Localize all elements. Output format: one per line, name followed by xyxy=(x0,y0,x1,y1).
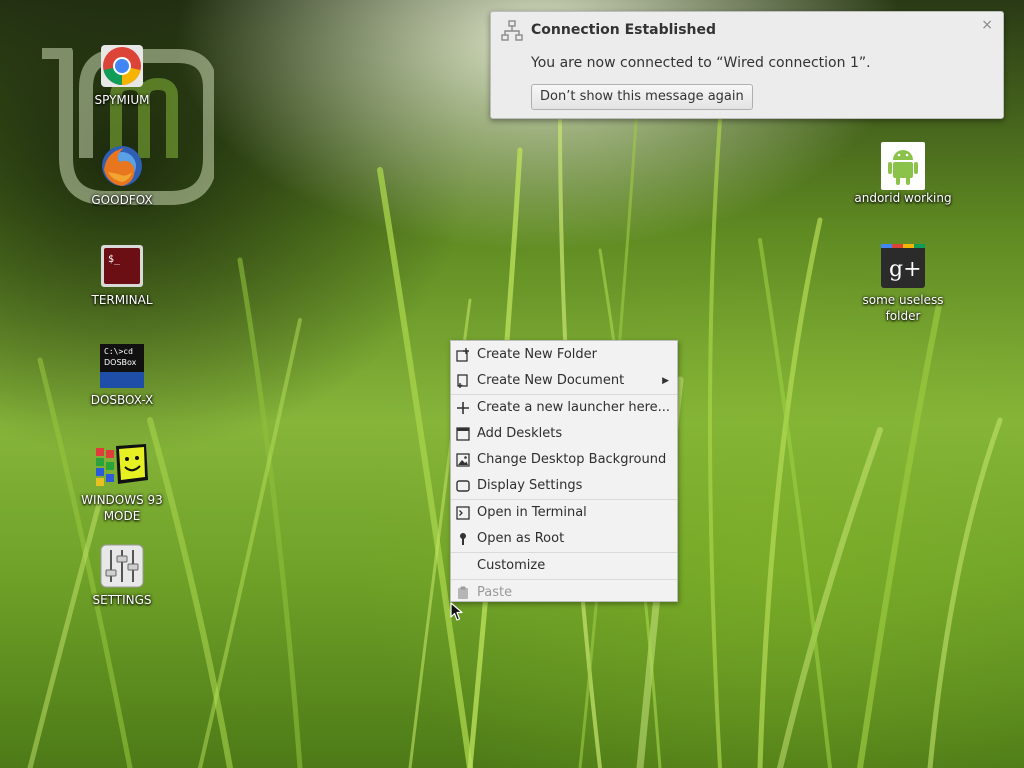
menu-item-change-background[interactable]: Change Desktop Background xyxy=(451,447,677,473)
menu-item-label: Add Desklets xyxy=(477,426,563,441)
dont-show-again-button[interactable]: Don’t show this message again xyxy=(531,84,753,110)
desktop-icon-dosbox[interactable]: C:\>cd DOSBox DOSBOX-X xyxy=(67,344,177,408)
desktop-icon-label: GOODFOX xyxy=(91,193,153,207)
desktop-icon-label: SETTINGS xyxy=(92,593,152,607)
desktop-icon-label: andorid working xyxy=(854,191,952,205)
desktop-icon-android[interactable]: andorid working xyxy=(848,142,958,206)
desktop-icon-label: DOSBOX-X xyxy=(90,393,154,407)
google-plus-icon: g+ xyxy=(881,244,925,288)
menu-item-label: Open as Root xyxy=(477,531,565,546)
menu-item-label: Open in Terminal xyxy=(477,505,587,520)
key-icon xyxy=(460,533,466,545)
mouse-pointer-icon xyxy=(450,602,463,621)
desktop-icon-goodfox[interactable]: GOODFOX xyxy=(67,144,177,208)
plus-icon xyxy=(457,402,469,414)
terminal-icon: $_ xyxy=(100,244,144,288)
menu-item-label: Paste xyxy=(477,585,513,600)
menu-item-label: Change Desktop Background xyxy=(477,452,667,467)
paste-icon xyxy=(458,586,468,599)
menu-item-create-folder[interactable]: Create New Folder xyxy=(451,342,677,368)
menu-item-paste: Paste xyxy=(451,580,677,606)
dosbox-icon: C:\>cd DOSBox xyxy=(100,344,144,388)
android-icon xyxy=(881,142,925,190)
desktop-icon-spymium[interactable]: SPYMIUM xyxy=(67,44,177,108)
chrome-icon xyxy=(100,44,144,88)
folder-add-icon xyxy=(456,348,469,362)
svg-text:$_: $_ xyxy=(108,254,121,265)
menu-item-label: Display Settings xyxy=(477,478,583,493)
menu-item-label: Create a new launcher here... xyxy=(477,400,671,415)
desktop-icon-label: SPYMIUM xyxy=(94,93,150,107)
dosbox-icon-text-1: C:\>cd xyxy=(104,347,133,356)
menu-item-label: Create New Document xyxy=(477,373,625,388)
notification-body: You are now connected to “Wired connecti… xyxy=(531,55,871,71)
desktop-icon-windows93[interactable]: WINDOWS 93 MODE xyxy=(67,444,177,524)
desktop-icon-terminal[interactable]: $_ TERMINAL xyxy=(67,244,177,308)
desktop-context-menu: Create New Folder Create New Document ▶ … xyxy=(450,340,678,602)
display-icon xyxy=(456,480,470,492)
menu-item-open-as-root[interactable]: Open as Root xyxy=(451,526,677,552)
connection-notification: Connection Established You are now conne… xyxy=(490,11,1004,119)
desktop-icon-label: some useless folder xyxy=(862,293,944,323)
close-icon[interactable]: × xyxy=(981,17,993,33)
firefox-icon xyxy=(100,144,144,188)
menu-item-display-settings[interactable]: Display Settings xyxy=(451,473,677,499)
desktop-icon-settings[interactable]: SETTINGS xyxy=(67,544,177,608)
notification-title: Connection Established xyxy=(531,22,717,38)
settings-sliders-icon xyxy=(100,544,144,588)
menu-item-create-document[interactable]: Create New Document ▶ xyxy=(451,368,677,394)
submenu-arrow-icon: ▶ xyxy=(662,376,669,386)
menu-item-label: Customize xyxy=(477,558,546,573)
windows93-icon xyxy=(96,444,148,488)
desktop-icon-useless-folder[interactable]: g+ some useless folder xyxy=(848,244,958,324)
image-icon xyxy=(456,453,470,467)
menu-item-customize[interactable]: Customize xyxy=(451,553,677,579)
terminal-small-icon xyxy=(456,506,470,520)
menu-item-label: Create New Folder xyxy=(477,347,597,362)
desktop-icon-label: WINDOWS 93 MODE xyxy=(81,493,163,523)
document-new-icon xyxy=(457,374,468,388)
menu-item-open-terminal[interactable]: Open in Terminal xyxy=(451,500,677,526)
google-plus-glyph: g+ xyxy=(889,257,922,282)
menu-item-add-desklets[interactable]: Add Desklets xyxy=(451,421,677,447)
network-wired-icon xyxy=(501,20,523,41)
desktop-icon-label: TERMINAL xyxy=(91,293,153,307)
dosbox-icon-text-2: DOSBox xyxy=(104,358,137,367)
menu-item-create-launcher[interactable]: Create a new launcher here... xyxy=(451,395,677,421)
desklet-icon xyxy=(456,427,470,441)
